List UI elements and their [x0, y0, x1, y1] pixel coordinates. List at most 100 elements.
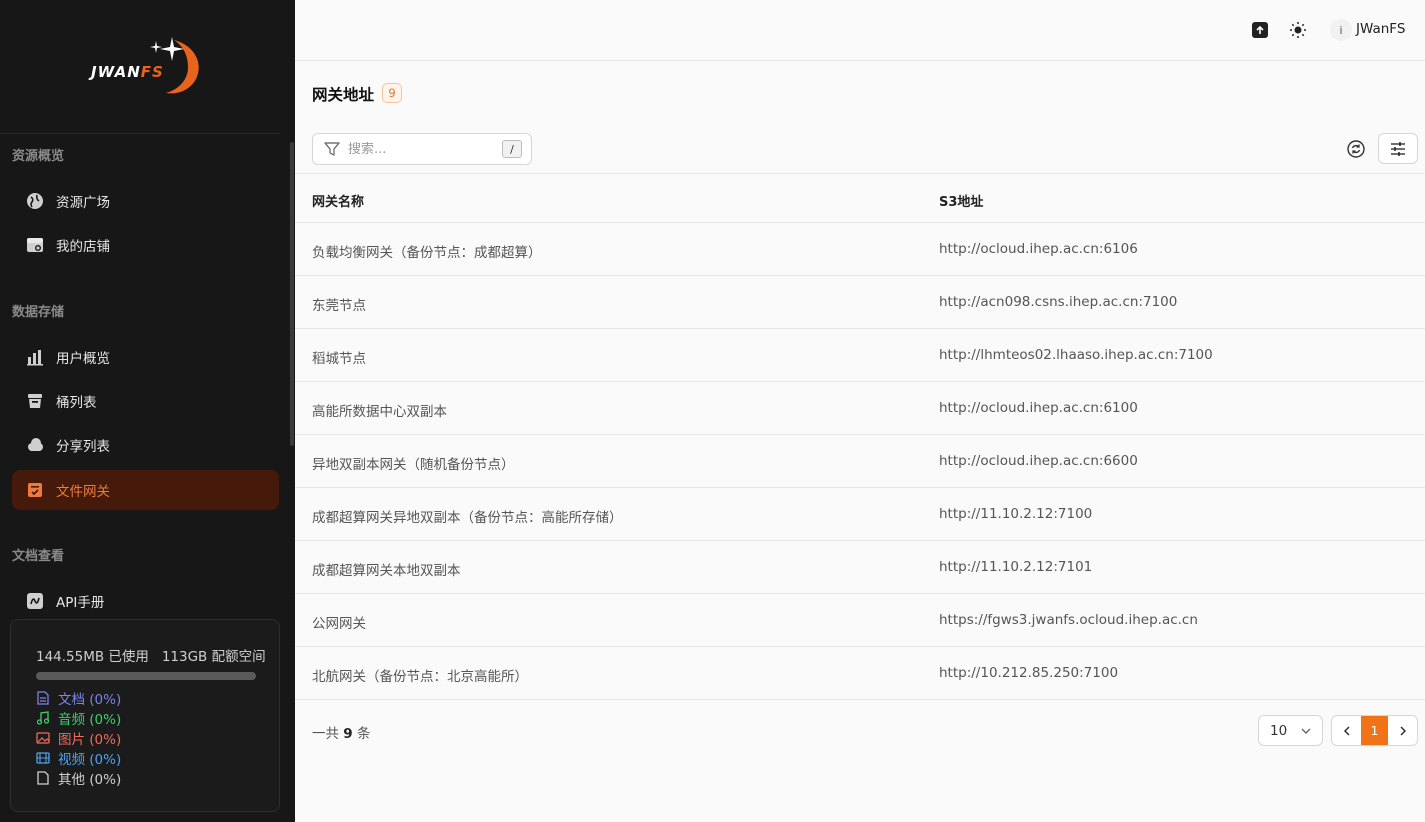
s3-address-cell: https://fgws3.jwanfs.ocloud.ihep.ac.cn	[939, 612, 1198, 628]
sidebar-item-label: 桶列表	[56, 395, 97, 411]
gateway-name-cell: 成都超算网关本地双副本	[312, 563, 461, 579]
cloud-share-icon	[26, 436, 44, 454]
s3-address-cell: http://ocloud.ihep.ac.cn:6600	[939, 453, 1138, 469]
table-row[interactable]: 成都超算网关本地双副本 http://11.10.2.12:7101	[295, 541, 1425, 594]
sidebar-item-label: 文件网关	[56, 484, 110, 500]
sidebar-item-label: 分享列表	[56, 439, 110, 455]
page-size-select[interactable]: 10	[1258, 715, 1323, 746]
legend-other: 其他 (0%)	[36, 768, 121, 788]
usage-quota: 113GB 配额空间	[161, 649, 266, 665]
sidebar-item-api-manual[interactable]: API手册	[12, 581, 279, 621]
gateway-icon	[26, 481, 44, 499]
usage-used: 144.55MB 已使用	[36, 649, 149, 665]
topbar: i JWanFS	[295, 0, 1425, 61]
sun-icon	[1290, 22, 1306, 38]
table-row[interactable]: 东莞节点 http://acn098.csns.ihep.ac.cn:7100	[295, 276, 1425, 329]
s3-address-cell: http://ocloud.ihep.ac.cn:6100	[939, 400, 1138, 416]
bucket-icon	[26, 392, 44, 410]
sidebar-item-label: 用户概览	[56, 351, 110, 367]
globe-icon	[26, 192, 44, 210]
pagination: 1	[1331, 715, 1418, 746]
usage-progress-bar	[36, 672, 256, 680]
theme-toggle-button[interactable]	[1286, 18, 1310, 42]
username[interactable]: JWanFS	[1356, 21, 1405, 37]
sliders-icon	[1391, 141, 1405, 156]
usage-summary: 144.55MB 已使用 113GB 配额空间	[36, 645, 266, 665]
upload-button[interactable]	[1248, 18, 1272, 42]
column-header-gateway-name[interactable]: 网关名称	[312, 191, 364, 210]
gateway-name-cell: 异地双副本网关（随机备份节点）	[312, 457, 515, 473]
sidebar-item-bucket-list[interactable]: 桶列表	[12, 381, 279, 421]
table-row[interactable]: 高能所数据中心双副本 http://ocloud.ihep.ac.cn:6100	[295, 382, 1425, 435]
gateway-name-cell: 公网网关	[312, 616, 366, 632]
column-settings-button[interactable]	[1378, 133, 1418, 164]
gateway-name-cell: 东莞节点	[312, 298, 366, 314]
document-icon	[36, 691, 50, 705]
legend-documents: 文档 (0%)	[36, 688, 121, 708]
logo[interactable]: JWANFS	[88, 35, 208, 97]
sidebar-scrollbar[interactable]	[290, 142, 294, 446]
shortcut-key-hint: /	[502, 140, 522, 158]
store-icon	[26, 236, 44, 254]
logo-text: JWANFS	[91, 63, 164, 81]
sidebar-item-resource-square[interactable]: 资源广场	[12, 181, 279, 221]
total-count-value: 9	[343, 726, 353, 742]
total-count: 一共 9 条	[312, 726, 371, 742]
music-icon	[36, 711, 50, 725]
sidebar-item-label: API手册	[56, 595, 105, 611]
image-icon	[36, 731, 50, 745]
sidebar: JWANFS 资源概览 资源广场 我的店铺 数据存储 用户概览 桶列表 分享列表	[0, 0, 295, 822]
bar-chart-icon	[26, 348, 44, 366]
s3-address-cell: http://ocloud.ihep.ac.cn:6106	[939, 241, 1138, 257]
table-row[interactable]: 负载均衡网关（备份节点：成都超算） http://ocloud.ihep.ac.c…	[295, 223, 1425, 276]
table-row[interactable]: 成都超算网关异地双副本（备份节点：高能所存储） http://11.10.2.12…	[295, 488, 1425, 541]
refresh-button[interactable]	[1345, 138, 1367, 160]
table-row[interactable]: 异地双副本网关（随机备份节点） http://ocloud.ihep.ac.cn:…	[295, 435, 1425, 488]
sidebar-item-share-list[interactable]: 分享列表	[12, 425, 279, 465]
section-title-resource-overview: 资源概览	[12, 149, 65, 164]
sidebar-item-label: 资源广场	[56, 195, 110, 211]
prev-page-button[interactable]	[1332, 716, 1361, 745]
gateway-name-cell: 成都超算网关异地双副本（备份节点：高能所存储）	[312, 510, 623, 526]
sidebar-item-label: 我的店铺	[56, 239, 110, 255]
sidebar-item-my-store[interactable]: 我的店铺	[12, 225, 279, 265]
chevron-right-icon	[1399, 725, 1406, 736]
chevron-left-icon	[1343, 725, 1350, 736]
chevron-down-icon	[1300, 725, 1312, 741]
column-header-s3-address[interactable]: S3地址	[939, 191, 983, 210]
s3-address-cell: http://acn098.csns.ihep.ac.cn:7100	[939, 294, 1178, 310]
filter-icon	[323, 140, 341, 158]
table-row[interactable]: 稻城节点 http://lhmteos02.lhaaso.ihep.ac.cn:7…	[295, 329, 1425, 382]
search-box[interactable]: /	[312, 133, 532, 165]
video-icon	[36, 751, 50, 765]
table-row[interactable]: 北航网关（备份节点：北京高能所） http://10.212.85.250:710…	[295, 647, 1425, 700]
section-title-data-storage: 数据存储	[12, 305, 65, 320]
sidebar-item-user-overview[interactable]: 用户概览	[12, 337, 279, 377]
file-icon	[36, 771, 50, 785]
gateway-name-cell: 高能所数据中心双副本	[312, 404, 447, 420]
legend-images: 图片 (0%)	[36, 728, 121, 748]
avatar[interactable]: i	[1330, 19, 1352, 41]
gateway-name-cell: 北航网关（备份节点：北京高能所）	[312, 669, 528, 685]
api-book-icon	[26, 592, 44, 610]
current-page-button[interactable]: 1	[1361, 716, 1388, 745]
gateway-name-cell: 负载均衡网关（备份节点：成都超算）	[312, 245, 542, 261]
s3-address-cell: http://11.10.2.12:7101	[939, 559, 1093, 575]
sidebar-divider	[0, 133, 280, 134]
legend-video: 视频 (0%)	[36, 748, 121, 768]
table-row[interactable]: 公网网关 https://fgws3.jwanfs.ocloud.ihep.ac.…	[295, 594, 1425, 647]
count-badge: 9	[382, 83, 402, 103]
next-page-button[interactable]	[1388, 716, 1417, 745]
search-input[interactable]	[348, 141, 488, 157]
s3-address-cell: http://lhmteos02.lhaaso.ihep.ac.cn:7100	[939, 347, 1213, 363]
page-size-value: 10	[1270, 722, 1288, 739]
main-content: i JWanFS 网关地址 9 / 网关名称 S3地址 负载均衡网关（备份节点：…	[295, 0, 1425, 822]
table-header: 网关名称 S3地址	[295, 173, 1425, 223]
page-title: 网关地址	[312, 86, 375, 104]
s3-address-cell: http://10.212.85.250:7100	[939, 665, 1119, 681]
section-title-docs: 文档查看	[12, 549, 65, 564]
sidebar-item-file-gateway[interactable]: 文件网关	[12, 470, 279, 510]
upload-icon	[1252, 22, 1268, 38]
gateway-table: 网关名称 S3地址 负载均衡网关（备份节点：成都超算） http://ocloud…	[295, 173, 1425, 700]
gateway-name-cell: 稻城节点	[312, 351, 366, 367]
